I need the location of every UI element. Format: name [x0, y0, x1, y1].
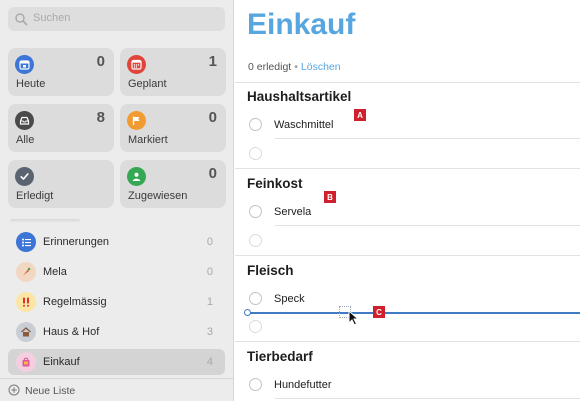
tray-icon	[15, 111, 34, 130]
shopping-bag-icon	[16, 352, 36, 372]
list-detail: Einkauf 0 erledigt • Löschen Haushaltsarti…	[235, 0, 580, 401]
separator-dot: •	[294, 61, 298, 73]
list-item-einkauf[interactable]: Einkauf 4	[8, 349, 225, 375]
calendar-grid-icon	[127, 55, 146, 74]
reminder-row[interactable]: Hundefutter	[247, 376, 577, 394]
reminder-text[interactable]: Waschmittel	[274, 119, 334, 131]
smart-list-label: Erledigt	[16, 190, 54, 202]
completion-summary: 0 erledigt • Löschen	[248, 61, 341, 73]
clear-completed-link[interactable]: Löschen	[301, 61, 341, 73]
plus-circle-icon	[8, 384, 20, 396]
list-count: 0	[206, 236, 213, 248]
reminder-row[interactable]: Waschmittel	[247, 116, 577, 134]
bullet-list-icon	[16, 232, 36, 252]
empty-reminder-row[interactable]	[247, 318, 577, 336]
complete-checkbox[interactable]	[249, 378, 262, 391]
search-field[interactable]: Suchen	[8, 7, 225, 31]
new-list-button[interactable]: Neue Liste	[0, 378, 234, 401]
smart-list-count: 8	[96, 109, 105, 126]
row-divider	[275, 398, 580, 399]
smart-list-completed[interactable]: Erledigt	[8, 160, 114, 208]
list-count: 1	[206, 296, 213, 308]
section-title[interactable]: Feinkost	[247, 176, 303, 191]
checkmark-icon	[15, 167, 34, 186]
smart-list-label: Zugewiesen	[128, 190, 188, 202]
calendar-today-icon	[15, 55, 34, 74]
list-count: 0	[206, 266, 213, 278]
smart-list-scheduled[interactable]: 1 Geplant	[120, 48, 226, 96]
list-name: Einkauf	[43, 356, 80, 368]
new-list-label: Neue Liste	[25, 385, 76, 397]
reminder-text[interactable]: Servela	[274, 206, 311, 218]
list-item-erinnerungen[interactable]: Erinnerungen 0	[8, 229, 225, 255]
smart-list-all[interactable]: 8 Alle	[8, 104, 114, 152]
empty-reminder-row[interactable]	[247, 232, 577, 250]
smart-list-label: Geplant	[128, 78, 167, 90]
smart-list-label: Heute	[16, 78, 46, 90]
reminders-app: Suchen 0 Heute 1 Geplant 8 Alle 0 Markie…	[0, 0, 580, 401]
smart-list-today[interactable]: 0 Heute	[8, 48, 114, 96]
section-divider	[235, 168, 580, 169]
list-name: Erinnerungen	[43, 236, 110, 248]
double-exclamation-icon	[16, 292, 36, 312]
sidebar: Suchen 0 Heute 1 Geplant 8 Alle 0 Markie…	[0, 0, 234, 401]
section-divider	[10, 219, 80, 223]
complete-checkbox[interactable]	[249, 292, 262, 305]
divider	[235, 82, 580, 83]
list-name: Haus & Hof	[43, 326, 100, 338]
annotation-badge: A	[354, 109, 366, 121]
drop-indicator-line	[245, 312, 580, 314]
section-title[interactable]: Haushaltsartikel	[247, 89, 351, 104]
section-title[interactable]: Tierbedarf	[247, 349, 313, 364]
reminder-text[interactable]: Hundefutter	[274, 379, 331, 391]
complete-checkbox[interactable]	[249, 205, 262, 218]
smart-list-label: Alle	[16, 134, 35, 146]
smart-list-count: 1	[208, 53, 217, 70]
drop-indicator-dot	[244, 309, 251, 316]
smart-list-label: Markiert	[128, 134, 168, 146]
list-item-mela[interactable]: Mela 0	[8, 259, 225, 285]
annotation-badge: B	[324, 191, 336, 203]
house-icon	[16, 322, 36, 342]
complete-checkbox[interactable]	[249, 320, 262, 333]
empty-reminder-row[interactable]	[247, 145, 577, 163]
list-item-regelmaessig[interactable]: Regelmässig 1	[8, 289, 225, 315]
search-placeholder: Suchen	[33, 12, 71, 24]
list-item-haus-hof[interactable]: Haus & Hof 3	[8, 319, 225, 345]
search-icon	[15, 13, 28, 26]
list-title: Einkauf	[247, 8, 356, 41]
smart-list-count: 0	[208, 165, 217, 182]
complete-checkbox[interactable]	[249, 147, 262, 160]
reminder-row[interactable]: Speck	[247, 290, 577, 308]
annotation-badge: C	[373, 306, 385, 318]
carrot-icon	[16, 262, 36, 282]
section-divider	[235, 341, 580, 342]
done-count: 0 erledigt	[248, 61, 292, 73]
flag-icon	[127, 111, 146, 130]
row-divider	[275, 225, 580, 226]
smart-list-count: 0	[96, 53, 105, 70]
list-count: 4	[206, 356, 213, 368]
list-name: Mela	[43, 266, 67, 278]
person-icon	[127, 167, 146, 186]
complete-checkbox[interactable]	[249, 234, 262, 247]
smart-list-count: 0	[208, 109, 217, 126]
section-title[interactable]: Fleisch	[247, 263, 294, 278]
complete-checkbox[interactable]	[249, 118, 262, 131]
section-divider	[235, 255, 580, 256]
row-divider	[275, 138, 580, 139]
smart-list-flagged[interactable]: 0 Markiert	[120, 104, 226, 152]
reminder-text[interactable]: Speck	[274, 293, 305, 305]
list-name: Regelmässig	[43, 296, 107, 308]
list-count: 3	[206, 326, 213, 338]
smart-list-assigned[interactable]: 0 Zugewiesen	[120, 160, 226, 208]
reminder-row[interactable]: Servela	[247, 203, 577, 221]
